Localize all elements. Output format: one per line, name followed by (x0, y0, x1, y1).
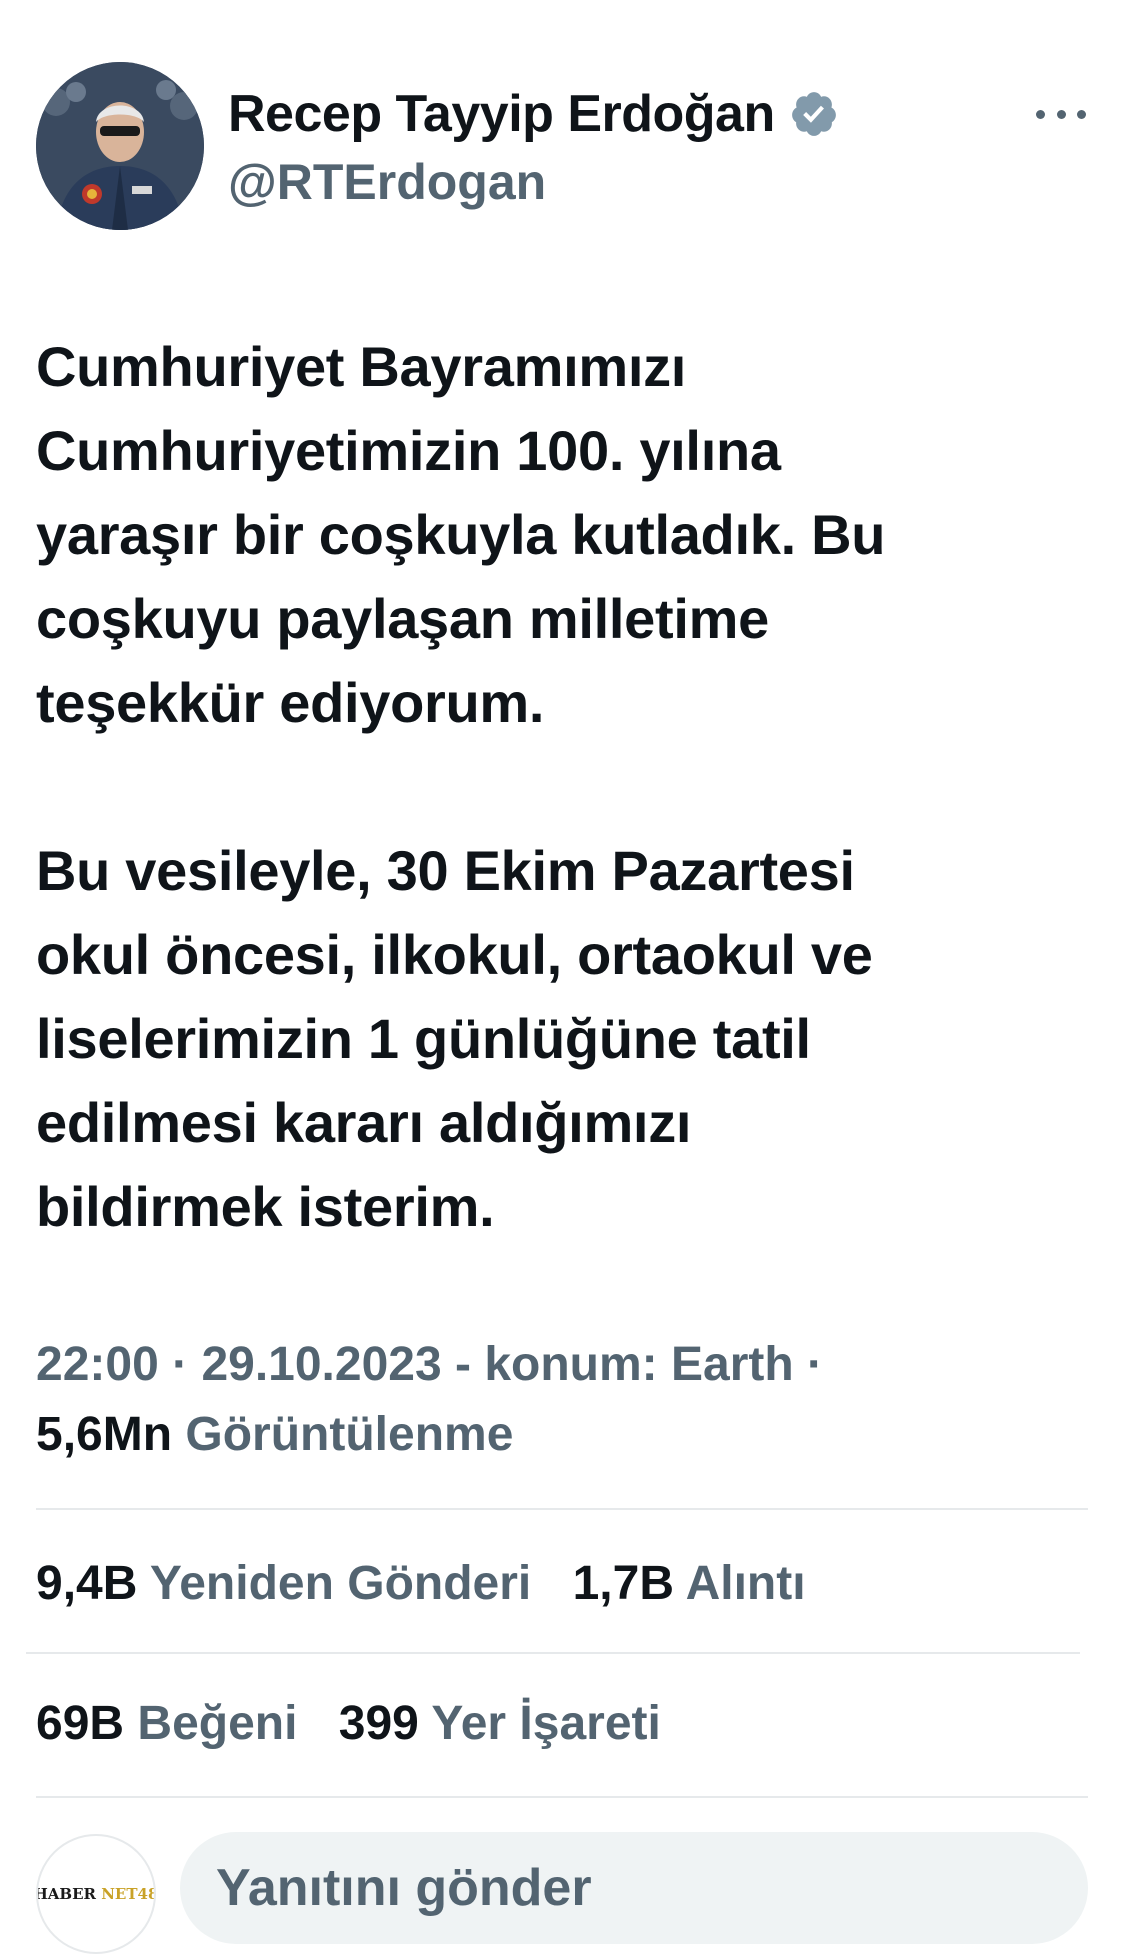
quotes-label: Alıntı (685, 1557, 806, 1610)
tweet-header: Recep Tayyip Erdoğan @RTErdogan (0, 0, 1125, 260)
tweet-time[interactable]: 22:00 (36, 1338, 159, 1391)
tweet-date[interactable]: 29.10.2023 (201, 1338, 441, 1391)
reply-placeholder: Yanıtını gönder (216, 1859, 592, 1917)
quotes-stat[interactable]: 1,7B Alıntı (573, 1554, 806, 1614)
reposts-count: 9,4B (36, 1557, 138, 1610)
tweet-text: Cumhuriyet Bayramımızı Cumhuriyetimizin … (36, 335, 886, 1238)
meta-separator: · (807, 1338, 824, 1391)
quotes-count: 1,7B (572, 1557, 674, 1610)
likes-count: 69B (36, 1697, 125, 1750)
author-handle[interactable]: @RTErdogan (228, 152, 546, 212)
views-count: 5,6Mn (36, 1408, 173, 1461)
views-label: Görüntülenme (185, 1408, 514, 1461)
bookmarks-stat[interactable]: 399 Yer İşareti (339, 1694, 661, 1754)
author-name-row: Recep Tayyip Erdoğan (228, 82, 839, 146)
divider (36, 1508, 1088, 1510)
verified-badge-icon[interactable] (789, 89, 839, 139)
bookmarks-count: 399 (338, 1697, 419, 1750)
meta-separator: · (172, 1338, 189, 1391)
author-avatar[interactable] (36, 62, 204, 230)
more-dot (1077, 109, 1086, 119)
reposts-label: Yeniden Gönderi (149, 1557, 532, 1610)
reply-input[interactable]: Yanıtını gönder (180, 1832, 1088, 1944)
tweet-meta: 22:00 · 29.10.2023 - konum: Earth · 5,6M… (36, 1330, 1096, 1470)
divider (26, 1652, 1080, 1654)
more-dot (1036, 109, 1045, 119)
stats-row-likes: 69B Beğeni 399 Yer İşareti (36, 1694, 689, 1754)
likes-label: Beğeni (137, 1697, 298, 1750)
more-options-icon[interactable] (1036, 94, 1086, 134)
divider (36, 1796, 1088, 1798)
reposts-stat[interactable]: 9,4B Yeniden Gönderi (36, 1554, 531, 1614)
reply-user-avatar[interactable]: HABER NET48 (36, 1834, 156, 1954)
likes-stat[interactable]: 69B Beğeni (36, 1694, 297, 1754)
stats-row-reposts: 9,4B Yeniden Gönderi 1,7B Alıntı (36, 1554, 834, 1614)
reply-bar: HABER NET48 Yanıtını gönder (0, 1808, 1125, 1954)
avatar-photo (36, 62, 204, 230)
author-display-name[interactable]: Recep Tayyip Erdoğan (228, 82, 775, 146)
bookmarks-label: Yer İşareti (431, 1697, 661, 1750)
avatar-logo: HABER NET48 (36, 1885, 156, 1903)
more-dot (1056, 109, 1066, 119)
tweet-location: - konum: Earth (455, 1338, 794, 1391)
